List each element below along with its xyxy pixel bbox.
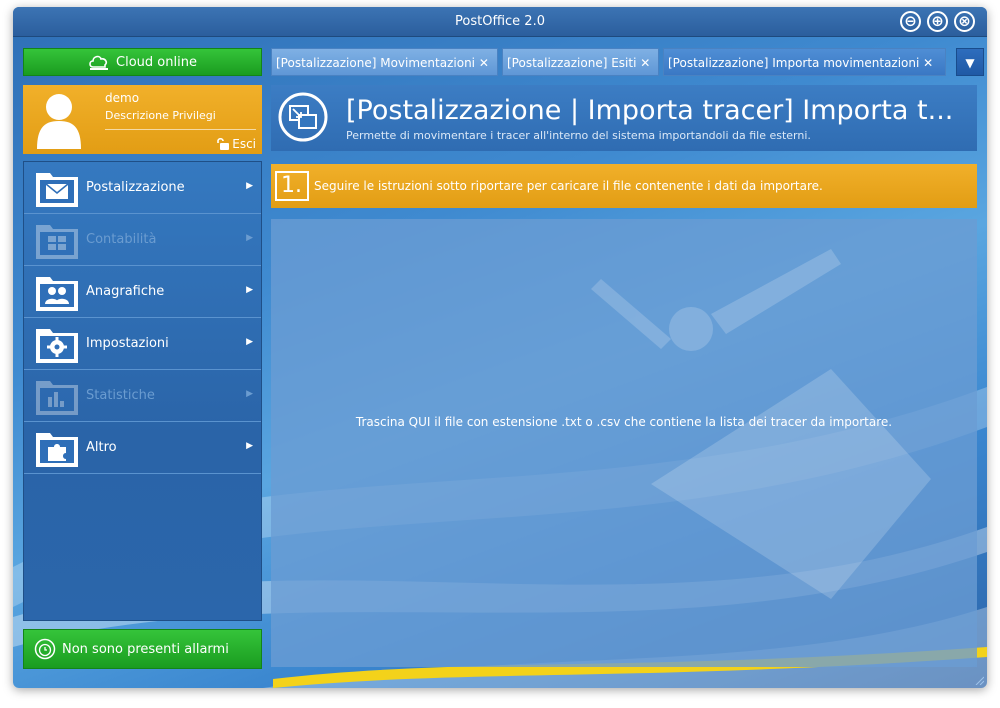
sidebar-item-impostazioni[interactable]: Impostazioni ▶	[24, 318, 261, 370]
sidebar-item-postalizzazione[interactable]: Postalizzazione ▶	[24, 162, 261, 214]
file-drop-zone[interactable]: Trascina QUI il file con estensione .txt…	[271, 219, 977, 667]
user-panel: demo Descrizione Privilegi Esci	[23, 85, 262, 154]
page-header: [Postalizzazione | Importa tracer] Impor…	[271, 85, 977, 151]
cloud-status-label: Cloud online	[116, 54, 197, 70]
tabs-dropdown-button[interactable]: ▼	[956, 48, 984, 76]
logout-button[interactable]: Esci	[215, 137, 256, 151]
avatar	[37, 94, 81, 149]
sidebar-item-label: Altro	[86, 440, 117, 455]
tab-close-icon[interactable]: ✕	[923, 56, 933, 70]
calculator-icon	[36, 225, 78, 259]
sidebar-item-anagrafiche[interactable]: Anagrafiche ▶	[24, 266, 261, 318]
bar-chart-icon	[36, 381, 78, 415]
page-subtitle: Permette di movimentare i tracer all'int…	[346, 129, 811, 142]
tab-movimentazioni[interactable]: [Postalizzazione] Movimentazioni ✕	[271, 48, 498, 76]
page-title: [Postalizzazione | Importa tracer] Impor…	[346, 95, 954, 126]
title-bar: PostOffice 2.0 ⊖ ⊕ ⊗	[13, 7, 987, 37]
sidebar-item-label: Anagrafiche	[86, 284, 165, 299]
users-icon	[36, 277, 78, 311]
alarm-status-label: Non sono presenti allarmi	[62, 641, 229, 657]
resize-grip-icon[interactable]	[974, 675, 984, 685]
instruction-step: 1. Seguire le istruzioni sotto riportare…	[271, 164, 977, 208]
sidebar-item-label: Impostazioni	[86, 336, 169, 351]
tab-label: [Postalizzazione] Esiti	[507, 56, 637, 70]
gear-icon	[36, 329, 78, 363]
close-button[interactable]: ⊗	[954, 11, 975, 32]
alarm-status-button[interactable]: Non sono presenti allarmi	[23, 629, 262, 669]
chevron-right-icon: ▶	[246, 233, 253, 243]
unlock-icon	[217, 137, 230, 150]
tab-label: [Postalizzazione] Importa movimentazioni	[668, 56, 920, 70]
chevron-right-icon: ▶	[246, 441, 253, 451]
chevron-right-icon: ▶	[246, 389, 253, 399]
window-title: PostOffice 2.0	[455, 14, 545, 29]
sidebar-item-contabilita[interactable]: Contabilità ▶	[24, 214, 261, 266]
minimize-button[interactable]: ⊖	[900, 11, 921, 32]
tab-esiti[interactable]: [Postalizzazione] Esiti ✕	[502, 48, 659, 76]
user-privileges: Descrizione Privilegi	[105, 109, 216, 122]
step-text: Seguire le istruzioni sotto riportare pe…	[314, 179, 823, 193]
sidebar-item-label: Contabilità	[86, 232, 157, 247]
tab-label: [Postalizzazione] Movimentazioni	[276, 56, 476, 70]
caret-down-icon: ▼	[965, 56, 975, 70]
drop-zone-instructions: Trascina QUI il file con estensione .txt…	[355, 415, 893, 429]
puzzle-icon	[36, 433, 78, 467]
envelope-watermark-icon	[591, 249, 931, 599]
envelope-icon	[36, 173, 78, 207]
chevron-right-icon: ▶	[246, 181, 253, 191]
window-controls: ⊖ ⊕ ⊗	[900, 11, 975, 32]
sidebar-item-altro[interactable]: Altro ▶	[24, 422, 261, 474]
tab-importa-movimentazioni[interactable]: [Postalizzazione] Importa movimentazioni…	[663, 48, 946, 76]
tab-close-icon[interactable]: ✕	[479, 56, 489, 70]
sidebar-item-label: Statistiche	[86, 388, 155, 403]
logout-label: Esci	[232, 137, 256, 151]
step-number: 1.	[275, 171, 309, 201]
chevron-right-icon: ▶	[246, 337, 253, 347]
alarm-clock-icon	[34, 638, 56, 660]
chevron-right-icon: ▶	[246, 285, 253, 295]
sidebar-item-statistiche[interactable]: Statistiche ▶	[24, 370, 261, 422]
sidebar-item-label: Postalizzazione	[86, 180, 185, 195]
sidebar-menu: Postalizzazione ▶ Contabilità ▶ Anagrafi…	[23, 161, 262, 621]
app-window: PostOffice 2.0 ⊖ ⊕ ⊗ Cloud online demo D…	[13, 7, 987, 688]
user-divider	[105, 129, 256, 130]
tab-close-icon[interactable]: ✕	[640, 56, 650, 70]
cloud-status-button[interactable]: Cloud online	[23, 48, 262, 76]
cloud-icon	[89, 55, 109, 70]
user-name: demo	[105, 91, 140, 105]
import-icon	[278, 92, 328, 142]
maximize-button[interactable]: ⊕	[927, 11, 948, 32]
